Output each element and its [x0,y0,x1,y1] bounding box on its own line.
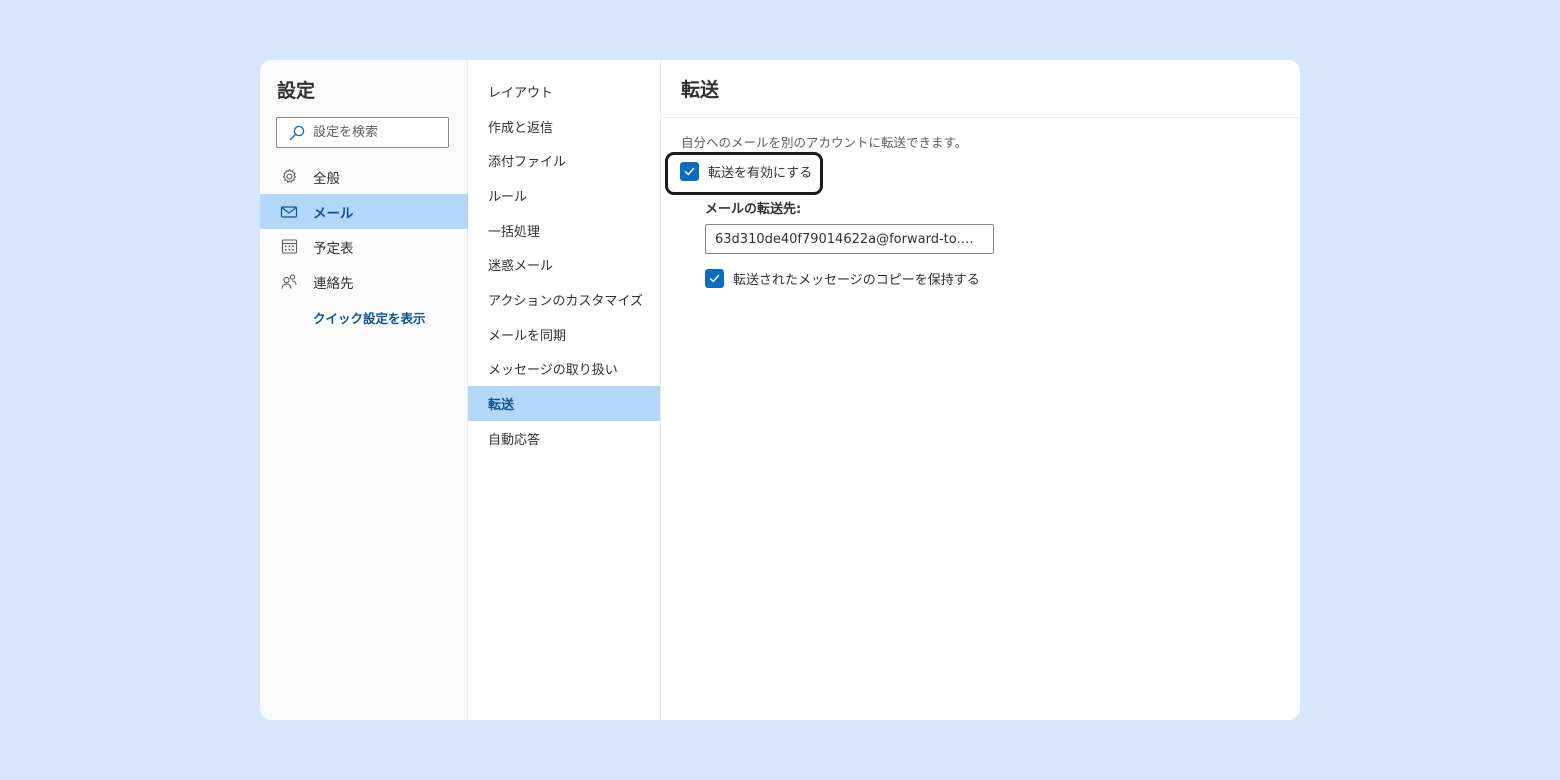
page-title: 転送 [681,79,720,101]
forward-to-label: メールの転送先: [705,202,802,217]
keep-copy-checkbox[interactable]: 転送されたメッセージのコピーを保持する [705,269,980,288]
checkmark-icon [709,274,720,283]
sidebar-item-mail[interactable]: メール [260,194,468,229]
forwarding-description: 自分へのメールを別のアカウントに転送できます。 [681,135,968,150]
panel-header: 転送 [661,60,1300,118]
keep-copy-label: 転送されたメッセージのコピーを保持する [733,273,980,288]
gear-icon [280,168,298,186]
mail-icon [280,203,298,221]
sidebar-item-label: 全般 [313,170,340,187]
settings-item-customize-actions[interactable]: アクションのカスタマイズ [468,282,660,317]
sidebar-item-label: メール [313,205,354,222]
forwarding-panel: 転送 自分へのメールを別のアカウントに転送できます。 転送を有効にする メールの… [661,60,1300,720]
enable-forwarding-label: 転送を有効にする [708,166,813,181]
checkbox-checked[interactable] [680,162,699,181]
settings-item-sync-email[interactable]: メールを同期 [468,317,660,352]
checkmark-icon [684,167,695,176]
settings-item-junk-mail[interactable]: 迷惑メール [468,247,660,282]
sidebar-item-general[interactable]: 全般 [260,159,468,194]
settings-search[interactable] [276,117,449,148]
settings-item-attachments[interactable]: 添付ファイル [468,143,660,178]
mail-settings-list: レイアウト 作成と返信 添付ファイル ルール 一括処理 迷惑メール アクションの… [468,60,661,720]
settings-item-forwarding[interactable]: 転送 [468,386,660,421]
settings-nav-list: 全般 メール 予定表 連絡先 [260,159,468,299]
settings-dialog: 設定 全般 メール [260,60,1300,720]
settings-item-automatic-replies[interactable]: 自動応答 [468,421,660,456]
settings-item-message-handling[interactable]: メッセージの取り扱い [468,352,660,387]
settings-item-layout[interactable]: レイアウト [468,74,660,109]
calendar-icon [280,238,298,256]
checkbox-checked[interactable] [705,269,724,288]
forward-to-email-field[interactable] [705,224,994,254]
settings-item-compose-reply[interactable]: 作成と返信 [468,109,660,144]
quick-settings-link[interactable]: クイック設定を表示 [313,308,426,327]
settings-nav: 設定 全般 メール [260,60,468,720]
search-icon [288,124,306,142]
sidebar-item-label: 連絡先 [313,275,354,292]
sidebar-item-label: 予定表 [313,240,354,257]
sidebar-item-calendar[interactable]: 予定表 [260,229,468,264]
sidebar-item-contacts[interactable]: 連絡先 [260,264,468,299]
people-icon [280,273,298,291]
search-input[interactable] [313,125,443,140]
settings-item-sweep[interactable]: 一括処理 [468,213,660,248]
settings-title: 設定 [277,80,316,102]
enable-forwarding-checkbox[interactable]: 転送を有効にする [680,162,812,181]
settings-item-rules[interactable]: ルール [468,178,660,213]
